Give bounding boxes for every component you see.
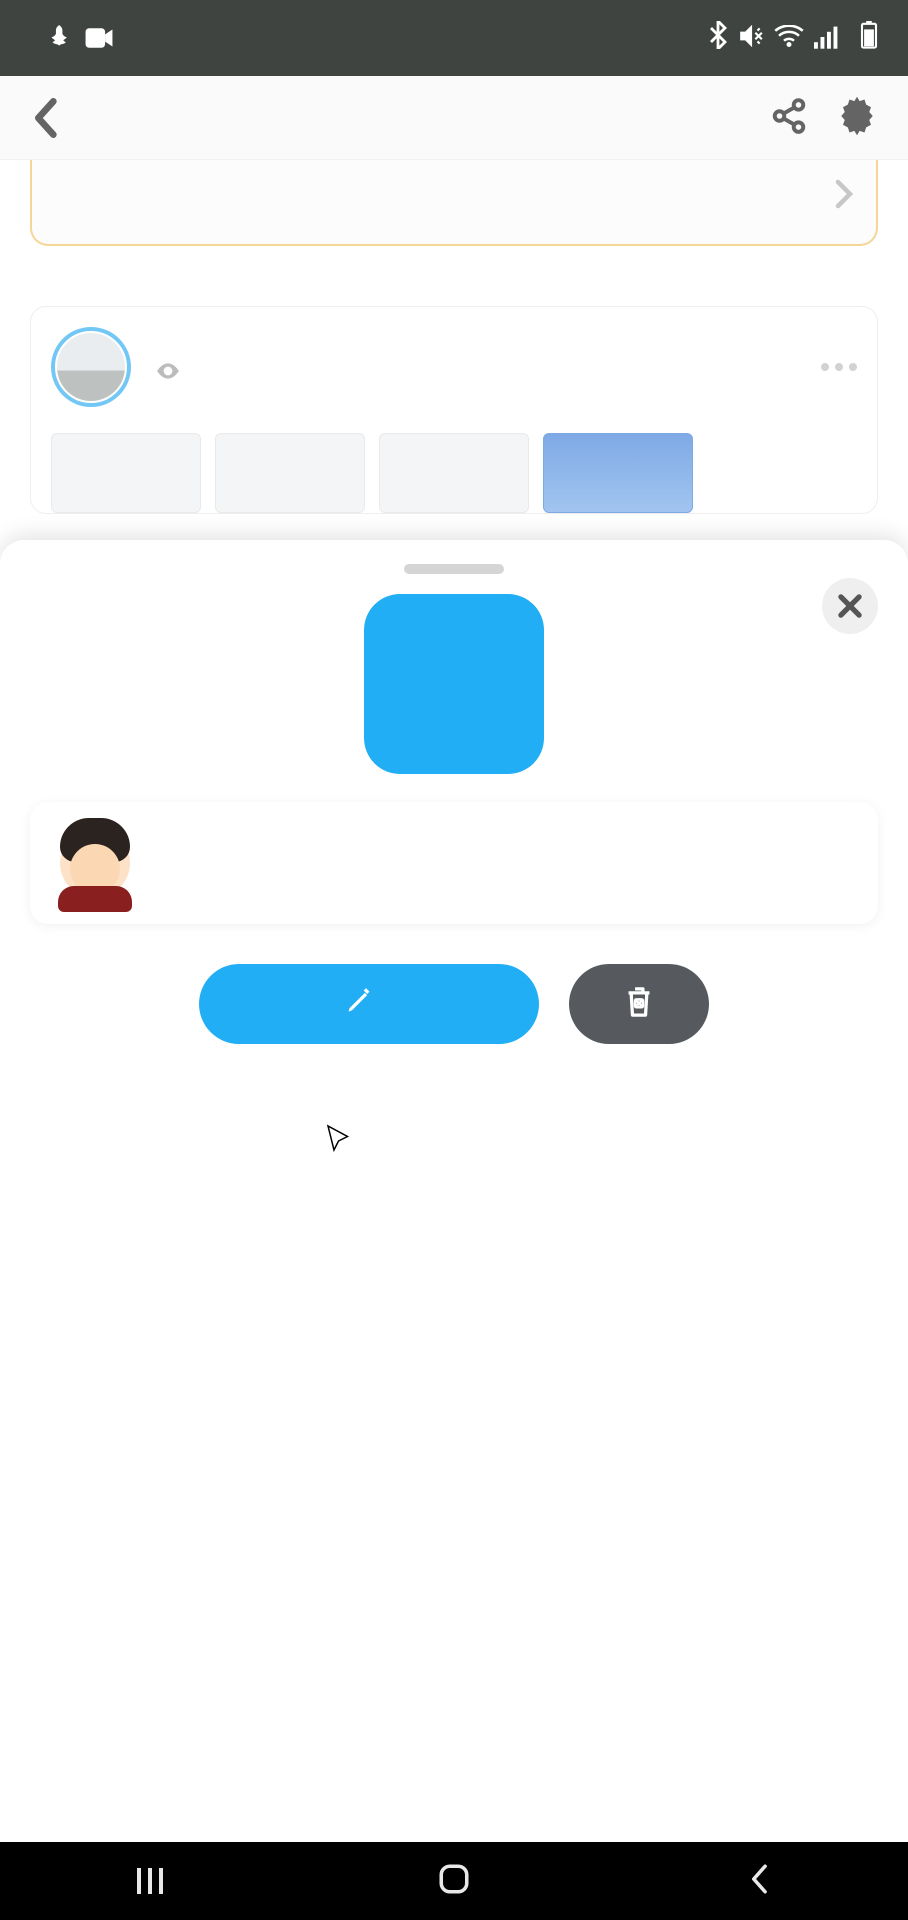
delete-button[interactable] bbox=[569, 964, 709, 1044]
signal-icon bbox=[814, 19, 840, 57]
story-ring[interactable] bbox=[51, 327, 131, 407]
mute-icon bbox=[738, 19, 764, 57]
recents-button[interactable] bbox=[137, 1868, 163, 1894]
sheet-handle[interactable] bbox=[404, 564, 504, 574]
chevron-right-icon bbox=[834, 176, 854, 218]
close-button[interactable] bbox=[822, 578, 878, 634]
more-icon[interactable] bbox=[821, 363, 857, 371]
pencil-icon bbox=[345, 984, 373, 1024]
rewatch-banner[interactable] bbox=[30, 160, 878, 246]
snapchat-icon bbox=[44, 19, 70, 57]
snap-thumb[interactable] bbox=[543, 433, 693, 513]
share-icon[interactable] bbox=[770, 97, 808, 139]
profile-header bbox=[0, 76, 908, 160]
snap-thumb[interactable] bbox=[215, 433, 365, 513]
snap-thumb[interactable] bbox=[379, 433, 529, 513]
countdown-tile bbox=[364, 594, 544, 774]
person-row[interactable] bbox=[30, 802, 878, 924]
video-icon bbox=[84, 19, 114, 57]
home-button[interactable] bbox=[437, 1862, 471, 1900]
story-thumbnail bbox=[57, 333, 125, 401]
battery-icon bbox=[860, 19, 878, 57]
snap-thumb[interactable] bbox=[51, 433, 201, 513]
trash-icon bbox=[623, 985, 655, 1023]
nav-back-button[interactable] bbox=[745, 1862, 771, 1900]
story-snap-thumbnails bbox=[51, 433, 857, 513]
avatar bbox=[60, 828, 130, 898]
status-bar bbox=[0, 0, 908, 76]
android-navbar bbox=[0, 1842, 908, 1920]
bluetooth-icon bbox=[708, 19, 728, 57]
my-story-card[interactable] bbox=[30, 306, 878, 514]
countdown-sheet bbox=[0, 540, 908, 1842]
edit-button[interactable] bbox=[199, 964, 539, 1044]
wifi-icon bbox=[774, 19, 804, 57]
back-button[interactable] bbox=[20, 98, 70, 138]
settings-icon[interactable] bbox=[836, 95, 878, 141]
eye-icon bbox=[155, 353, 181, 388]
